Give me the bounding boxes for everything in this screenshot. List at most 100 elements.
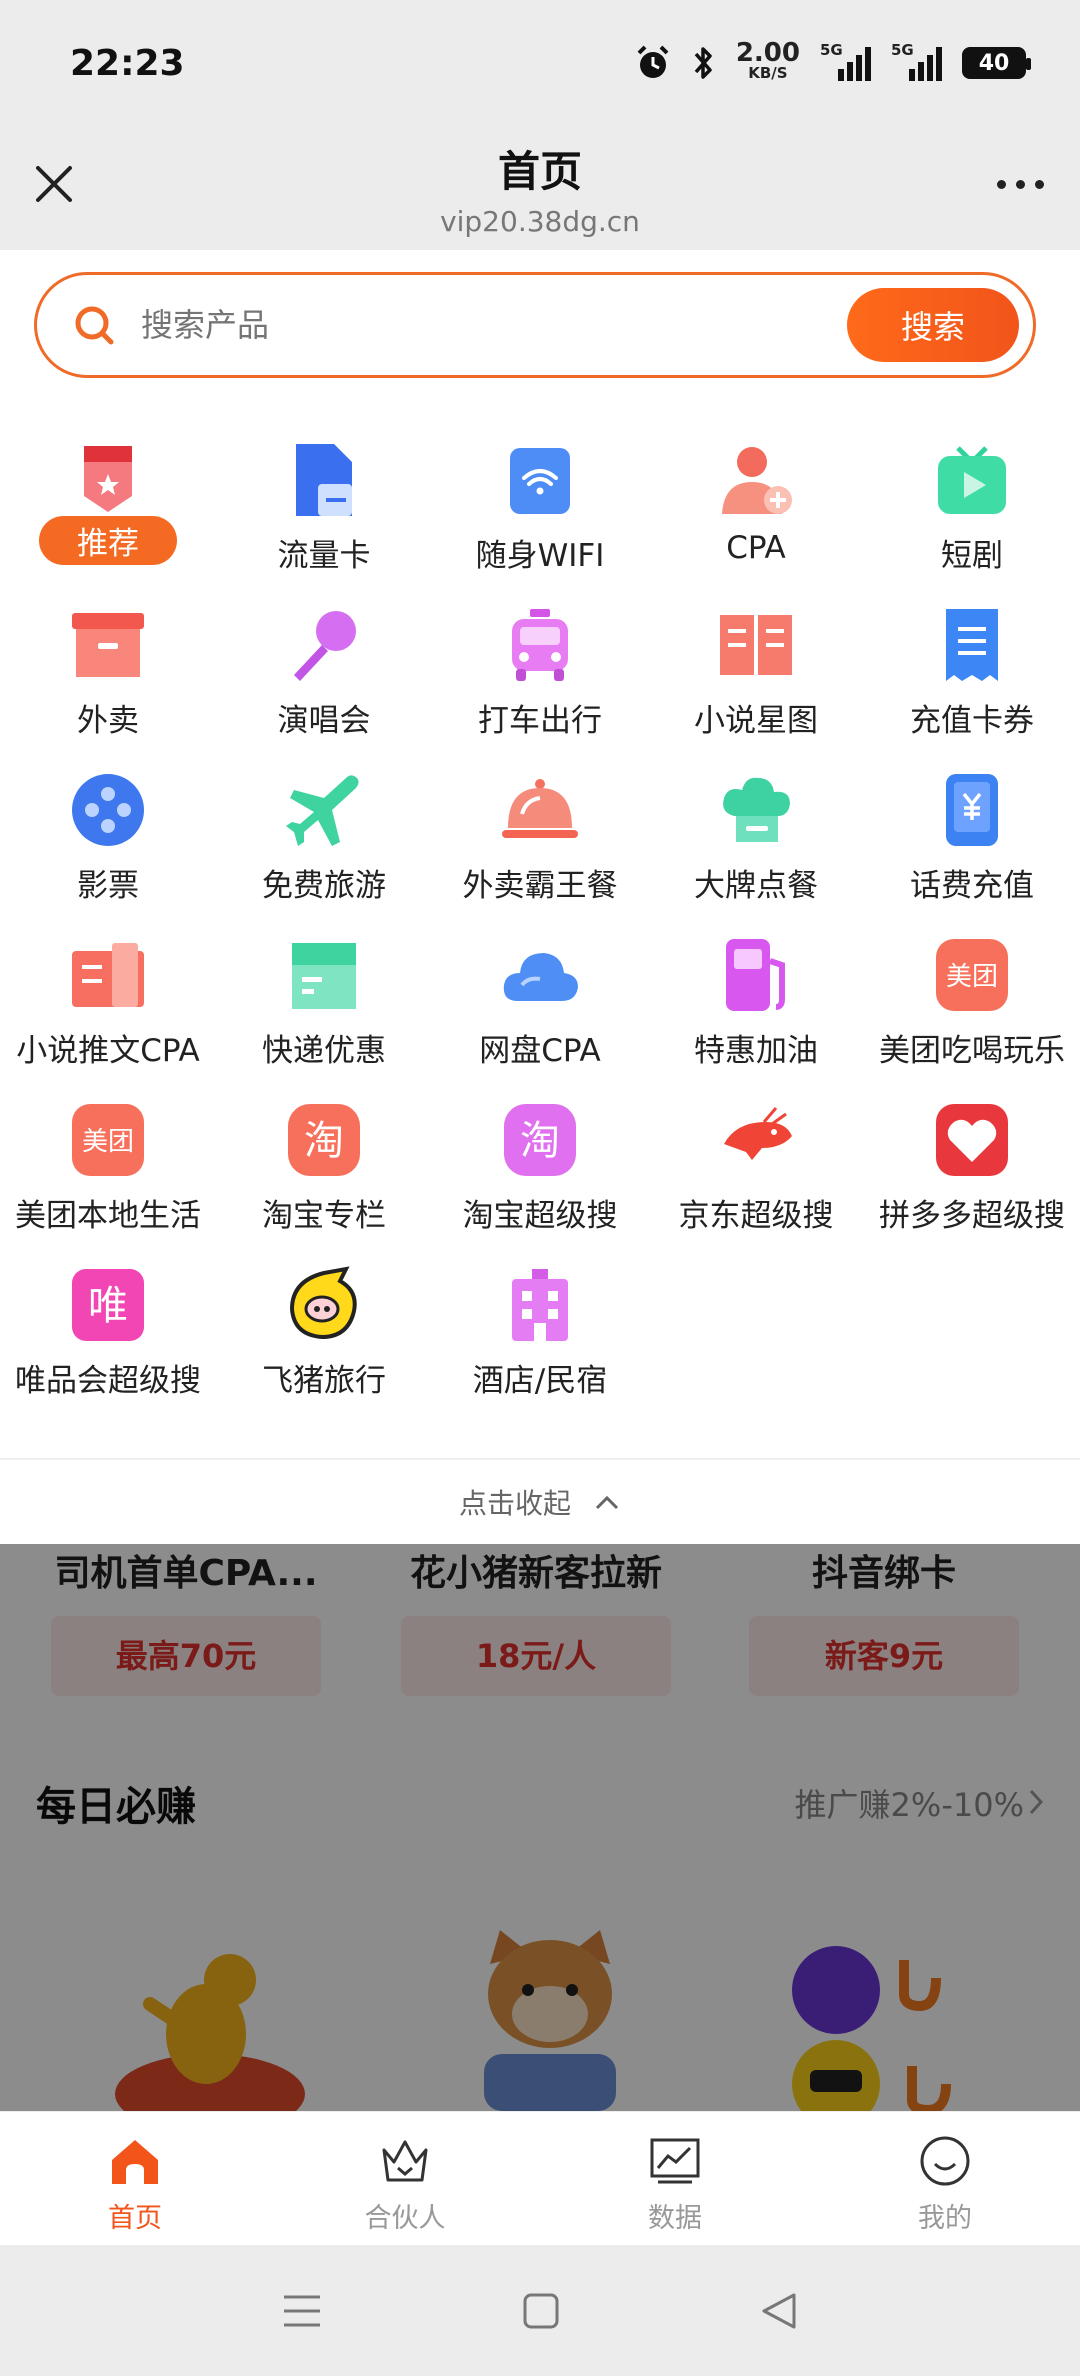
hotel-icon	[512, 1269, 568, 1341]
voucher-icon	[946, 609, 998, 681]
search-button[interactable]: 搜索	[847, 288, 1019, 362]
category-concert[interactable]: 演唱会	[216, 605, 432, 770]
taobao-logo-text: 淘	[304, 1118, 344, 1164]
category-grid: 推荐 流量卡 随身WIFI CPA 短剧 外卖 演唱会 打车出行 小说星图 充值…	[0, 440, 1080, 1430]
home-square-icon[interactable]	[522, 2292, 560, 2330]
bottom-nav: 首页 合伙人 数据 我的	[0, 2111, 1080, 2245]
category-row: 美团 美团本地生活 淘 淘宝专栏 淘 淘宝超级搜 京东超级搜 拼多多超级搜	[0, 1100, 1080, 1265]
nav-home[interactable]: 首页	[0, 2112, 270, 2245]
meituan-icon: 美团	[936, 939, 1008, 1011]
taobao-icon: 淘	[504, 1104, 576, 1176]
meituan-icon: 美团	[72, 1104, 144, 1176]
parcel-icon	[292, 943, 356, 1009]
category-label: 拼多多超级搜	[879, 1198, 1065, 1234]
nav-label: 首页	[108, 2203, 162, 2234]
category-movie-ticket[interactable]: 影票	[0, 770, 216, 935]
sim-card-icon	[296, 444, 352, 516]
category-cpa[interactable]: CPA	[648, 440, 864, 605]
signal-1-icon: 5G	[820, 41, 871, 81]
category-phone-recharge[interactable]: 话费充值	[864, 770, 1080, 935]
more-options-icon[interactable]	[988, 166, 1052, 202]
category-label: 小说推文CPA	[16, 1033, 200, 1069]
category-row: 唯 唯品会超级搜 飞猪旅行 酒店/民宿	[0, 1265, 1080, 1430]
vipshop-icon: 唯	[72, 1269, 144, 1341]
category-label: 酒店/民宿	[472, 1363, 608, 1399]
category-jd-search[interactable]: 京东超级搜	[648, 1100, 864, 1265]
category-hotel[interactable]: 酒店/民宿	[432, 1265, 648, 1430]
back-icon[interactable]	[760, 2291, 798, 2331]
crown-icon	[382, 2140, 428, 2182]
category-row: 外卖 演唱会 打车出行 小说星图 充值卡券	[0, 605, 1080, 770]
dim-overlay[interactable]	[0, 1544, 1080, 2111]
search-input[interactable]	[141, 306, 847, 344]
category-label: 短剧	[941, 538, 1003, 574]
jd-shrimp-icon	[724, 1107, 792, 1160]
category-label: 淘宝专栏	[262, 1198, 386, 1234]
dish-cloche-icon	[502, 779, 578, 838]
category-label: CPA	[726, 530, 786, 566]
nav-partner[interactable]: 合伙人	[270, 2112, 540, 2245]
category-label: 京东超级搜	[678, 1198, 834, 1234]
category-label: 唯品会超级搜	[15, 1363, 201, 1399]
category-sim-card[interactable]: 流量卡	[216, 440, 432, 605]
nav-label: 我的	[918, 2203, 972, 2234]
category-label: 大牌点餐	[694, 868, 818, 904]
bluetooth-icon	[694, 47, 712, 79]
category-label: 推荐	[39, 516, 177, 565]
category-taxi[interactable]: 打车出行	[432, 605, 648, 770]
nav-data[interactable]: 数据	[540, 2112, 810, 2245]
category-taobao-column[interactable]: 淘 淘宝专栏	[216, 1100, 432, 1265]
category-label: 演唱会	[277, 703, 371, 739]
category-brand-order[interactable]: 大牌点餐	[648, 770, 864, 935]
category-free-travel[interactable]: 免费旅游	[216, 770, 432, 935]
menu-icon[interactable]	[282, 2293, 322, 2329]
category-label: 特惠加油	[694, 1033, 818, 1069]
battery-icon: 40	[962, 47, 1031, 79]
nav-label: 合伙人	[364, 2203, 446, 2234]
smile-icon	[920, 2136, 970, 2186]
taobao-logo-text: 淘	[520, 1118, 560, 1164]
category-delivery[interactable]: 外卖	[0, 605, 216, 770]
category-recharge-voucher[interactable]: 充值卡券	[864, 605, 1080, 770]
category-free-meal[interactable]: 外卖霸王餐	[432, 770, 648, 935]
recommend-badge-icon	[84, 446, 132, 512]
category-meituan-local[interactable]: 美团 美团本地生活	[0, 1100, 216, 1265]
category-label: 流量卡	[277, 538, 371, 574]
nav-mine[interactable]: 我的	[810, 2112, 1080, 2245]
category-meituan-fun[interactable]: 美团 美团吃喝玩乐	[864, 935, 1080, 1100]
category-recommend[interactable]: 推荐	[0, 440, 216, 605]
category-taobao-search[interactable]: 淘 淘宝超级搜	[432, 1100, 648, 1265]
category-short-drama[interactable]: 短剧	[864, 440, 1080, 605]
close-icon[interactable]	[28, 158, 80, 210]
category-wifi[interactable]: 随身WIFI	[432, 440, 648, 605]
search-icon	[75, 306, 114, 345]
signal-1-label: 5G	[820, 41, 843, 59]
chevron-up-icon	[595, 1495, 619, 1510]
book-icon	[720, 615, 792, 675]
category-fuel[interactable]: 特惠加油	[648, 935, 864, 1100]
collapse-button[interactable]: 点击收起	[0, 1458, 1080, 1544]
pinduoduo-icon	[936, 1104, 1008, 1176]
chart-icon	[650, 2138, 700, 2184]
category-novel-cpa[interactable]: 小说推文CPA	[0, 935, 216, 1100]
category-express[interactable]: 快递优惠	[216, 935, 432, 1100]
status-time: 22:23	[70, 42, 185, 84]
category-cloud-cpa[interactable]: 网盘CPA	[432, 935, 648, 1100]
category-pdd-search[interactable]: 拼多多超级搜	[864, 1100, 1080, 1265]
category-novel-star[interactable]: 小说星图	[648, 605, 864, 770]
category-label: 外卖霸王餐	[462, 868, 618, 904]
category-fliggy[interactable]: 飞猪旅行	[216, 1265, 432, 1430]
airplane-icon	[286, 775, 359, 846]
collapse-label: 点击收起	[458, 1487, 571, 1520]
film-reel-icon	[72, 774, 144, 846]
phone-yuan-icon	[946, 774, 998, 846]
screen: 22:23 2.00 KB/S 5G 5G 40 首页 vip20.38dg.c…	[0, 0, 1080, 2376]
category-label: 影票	[77, 868, 139, 904]
status-icons: 2.00 KB/S 5G 5G 40	[634, 40, 1031, 83]
category-label: 快递优惠	[262, 1033, 386, 1069]
category-label: 淘宝超级搜	[462, 1198, 618, 1234]
cloud-icon	[503, 953, 578, 1001]
category-vipshop-search[interactable]: 唯 唯品会超级搜	[0, 1265, 216, 1430]
chef-hat-icon	[723, 777, 790, 842]
system-nav-bar	[0, 2245, 1080, 2376]
